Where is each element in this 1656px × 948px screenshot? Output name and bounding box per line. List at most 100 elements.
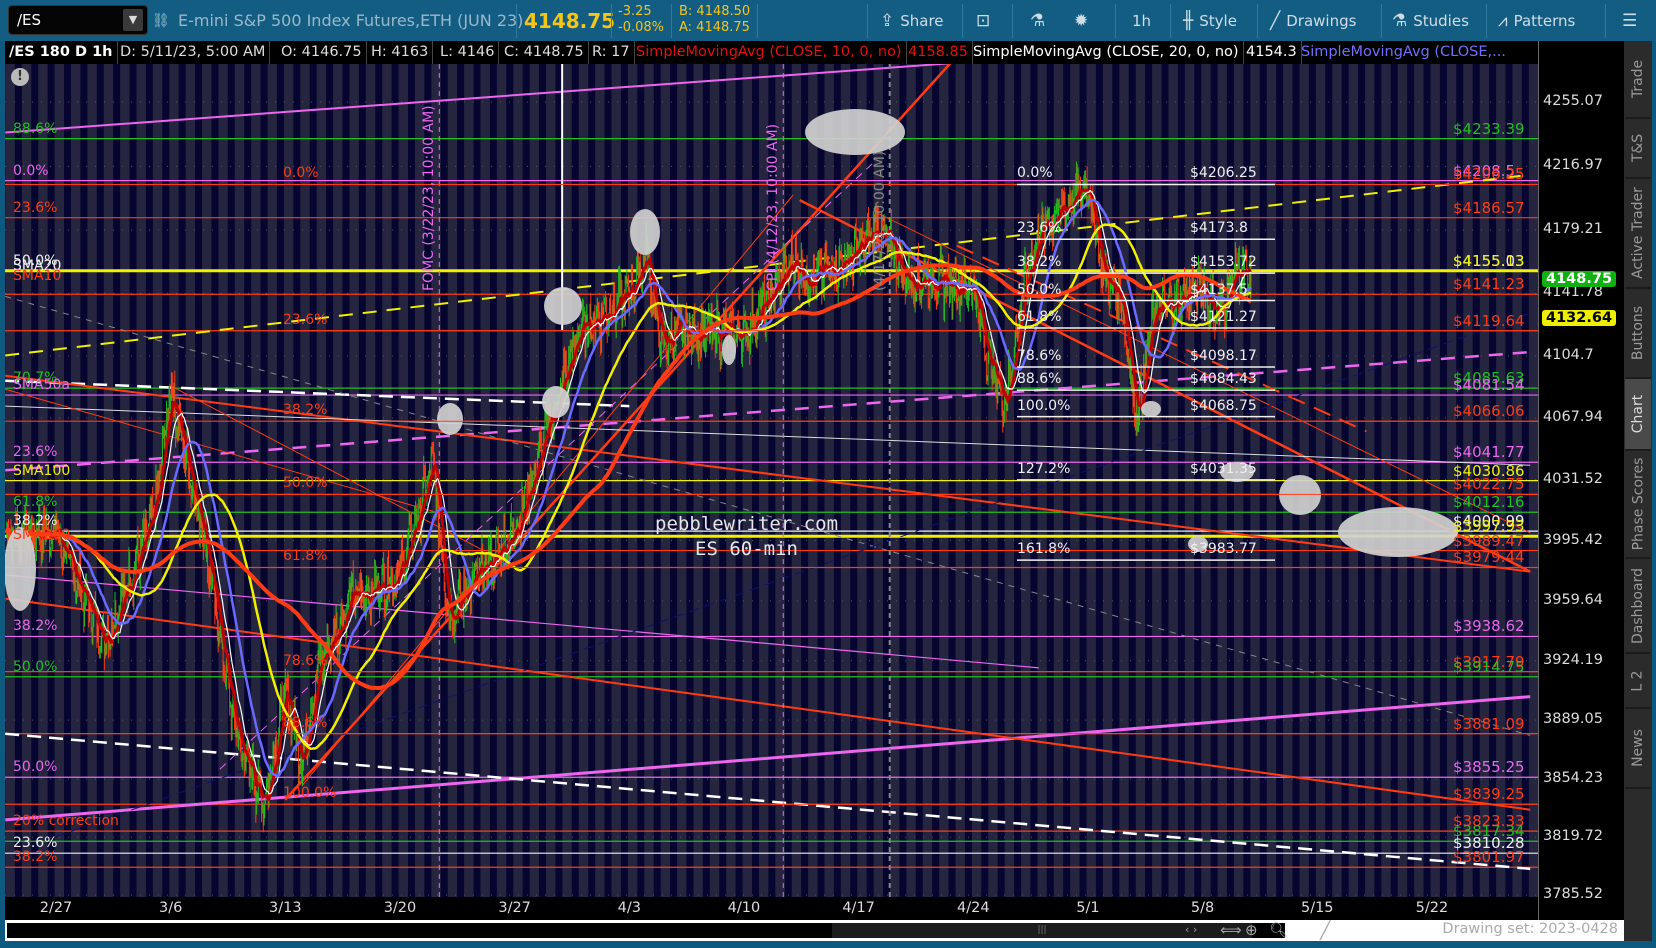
- date-tick: 3/13: [269, 900, 302, 916]
- symbol-input[interactable]: /ES ▼: [8, 5, 148, 35]
- alert-exclamation-icon[interactable]: !: [11, 68, 29, 86]
- menu-button[interactable]: ☰: [1622, 0, 1637, 41]
- last-price-badge: 4148.75: [1542, 270, 1617, 287]
- price-tick: 3959.64: [1543, 591, 1603, 608]
- legend-sma20[interactable]: SimpleMovingAvg (CLOSE, 20, 0, no): [969, 41, 1244, 64]
- style-label: Style: [1199, 11, 1237, 30]
- price-tick: 3995.42: [1543, 531, 1603, 548]
- drawing-set[interactable]: Drawing set: 2023-0428: [1442, 921, 1618, 937]
- date-tick: 3/6: [158, 900, 183, 916]
- price-axis[interactable]: 4255.07 4216.97 4179.21 4141.78 4104.7 4067.9…: [1538, 41, 1624, 920]
- price-tick: 3889.05: [1543, 711, 1603, 728]
- legend-sma20-value: 4154.3: [1242, 41, 1302, 64]
- tab-chart[interactable]: Chart: [1625, 379, 1651, 451]
- price-tick: 3854.23: [1543, 769, 1603, 786]
- scroll-arrows-icon[interactable]: ‹ ›: [1185, 923, 1197, 936]
- timeframe-button[interactable]: 1h: [1132, 0, 1151, 41]
- date-tick: 4/3: [617, 900, 641, 916]
- flask-icon: ⚗: [1392, 10, 1408, 31]
- time-axis[interactable]: 2/27 3/6 3/13 3/20 3/27 4/3 4/10 4/17 4/24 5/1 5/8…: [5, 897, 1538, 921]
- patterns-button[interactable]: ⩘ Patterns: [1498, 0, 1575, 41]
- date-tick: 4/17: [842, 900, 875, 916]
- flask-icon: ⚗: [1030, 10, 1046, 31]
- drawing-line-icon[interactable]: ╱: [1320, 921, 1330, 941]
- link-icon[interactable]: ⛓: [152, 0, 170, 41]
- tab-label: L 2: [1629, 669, 1646, 692]
- price-chart[interactable]: FOMC (3/22/23, 10:00 AM) CPI (4/12/23, 10…: [5, 64, 1538, 897]
- flask-button[interactable]: ⚗: [1030, 0, 1045, 41]
- date-tick: 5/22: [1415, 900, 1449, 916]
- highlight-ellipse: [805, 109, 905, 155]
- tab-active-trader[interactable]: Active Trader: [1625, 179, 1651, 289]
- date-tick: 5/1: [1076, 900, 1100, 916]
- chart-legend: /ES 180 D 1h D: 5/11/23, 5:00 AM O: 4146…: [5, 41, 1538, 64]
- date-tick: 5/15: [1300, 900, 1334, 916]
- ask-price: A: 4148.75: [679, 20, 750, 35]
- studies-label: Studies: [1413, 11, 1469, 30]
- date-tick: 3/20: [383, 900, 417, 916]
- settings-button[interactable]: ✹: [1074, 0, 1088, 41]
- drawings-button[interactable]: ╱ Drawings: [1270, 0, 1356, 41]
- tab-label: Active Trader: [1630, 187, 1646, 279]
- tab-l-2[interactable]: L 2: [1625, 654, 1651, 709]
- toolbar: /ES ▼ ⛓ E-mini S&P 500 Index Futures,ETH …: [0, 0, 1656, 41]
- legend-title: /ES 180 D 1h: [5, 41, 118, 64]
- highlight-ellipse: [1279, 475, 1321, 515]
- legend-sma10[interactable]: SimpleMovingAvg (CLOSE, 10, 0, no): [632, 41, 907, 64]
- highlight-ellipse: [722, 335, 736, 365]
- share-label: Share: [900, 11, 944, 30]
- highlight-ellipse: [1188, 536, 1208, 552]
- price-tick: 4216.97: [1543, 157, 1603, 174]
- tab-dashboard[interactable]: Dashboard: [1625, 559, 1651, 654]
- highlight-ellipse: [542, 386, 570, 418]
- bottom-bar: ||| ‹ › ⟺ ⊕ 🔍︎ ╱ Drawing set: 2023-0428: [5, 920, 1624, 941]
- tab-label: Chart: [1630, 394, 1647, 434]
- tab-t-s[interactable]: T&S: [1625, 119, 1651, 179]
- tab-label: T&S: [1630, 133, 1647, 163]
- event-label: FOMC (3/22/23, 10:00 AM): [421, 105, 438, 291]
- price-tick: 4141.78: [1543, 284, 1603, 301]
- horizontal-scrollbar[interactable]: |||: [7, 923, 1285, 938]
- highlight-ellipse: [544, 287, 582, 325]
- date-tick: 3/27: [498, 900, 531, 916]
- legend-low: L: 4146: [436, 41, 500, 64]
- sma-price-badge: 4132.64: [1542, 309, 1617, 326]
- price-tick: 4179.21: [1543, 221, 1603, 238]
- highlight-ellipse: [1338, 507, 1458, 557]
- alert-button[interactable]: ⊡: [976, 0, 990, 41]
- price-tick: 3785.52: [1543, 886, 1603, 902]
- chevron-down-icon[interactable]: ▼: [123, 9, 143, 31]
- tab-trade[interactable]: Trade: [1625, 41, 1651, 119]
- studies-button[interactable]: ⚗ Studies: [1392, 0, 1469, 41]
- instrument-description: E-mini S&P 500 Index Futures,ETH (JUN 23…: [178, 11, 524, 30]
- side-tabs: Trade T&S Active Trader Buttons Chart Phase S…: [1624, 41, 1652, 941]
- highlight-ellipse: [1141, 401, 1161, 417]
- tab-news[interactable]: News: [1625, 709, 1651, 789]
- date-tick: 5/8: [1190, 900, 1215, 916]
- price-tick: 3819.72: [1543, 828, 1603, 845]
- price-tick: 4031.52: [1543, 470, 1603, 487]
- expand-icon[interactable]: ⟺: [1220, 921, 1242, 939]
- patterns-icon: ⩘: [1498, 10, 1508, 31]
- zoom-icon[interactable]: 🔍︎: [1269, 921, 1288, 939]
- legend-close: C: 4148.75: [500, 41, 589, 64]
- alert-icon: ⊡: [976, 10, 991, 31]
- candle-icon: ╫: [1183, 10, 1194, 31]
- list-menu-icon: ☰: [1622, 10, 1638, 31]
- legend-sma-other[interactable]: SimpleMovingAvg (CLOSE,...: [1297, 41, 1510, 64]
- tab-label: Trade: [1630, 59, 1646, 99]
- symbol-value: /ES: [17, 11, 42, 29]
- legend-date: D: 5/11/23, 5:00 AM: [116, 41, 271, 64]
- tab-phase-scores[interactable]: Phase Scores: [1625, 451, 1651, 559]
- share-icon: ⇪: [880, 10, 895, 31]
- price-tick: 4067.94: [1543, 409, 1603, 426]
- style-button[interactable]: ╫ Style: [1183, 0, 1237, 41]
- tab-label: Dashboard: [1630, 567, 1646, 644]
- tab-buttons[interactable]: Buttons: [1625, 289, 1651, 379]
- share-button[interactable]: ⇪ Share: [880, 0, 944, 41]
- crosshair-icon[interactable]: ⊕: [1245, 921, 1258, 939]
- event-label: (4/17/23, 10:00 AM): [871, 150, 888, 291]
- price-tick: 3924.19: [1543, 651, 1603, 668]
- legend-high: H: 4163: [367, 41, 434, 64]
- patterns-label: Patterns: [1513, 11, 1576, 30]
